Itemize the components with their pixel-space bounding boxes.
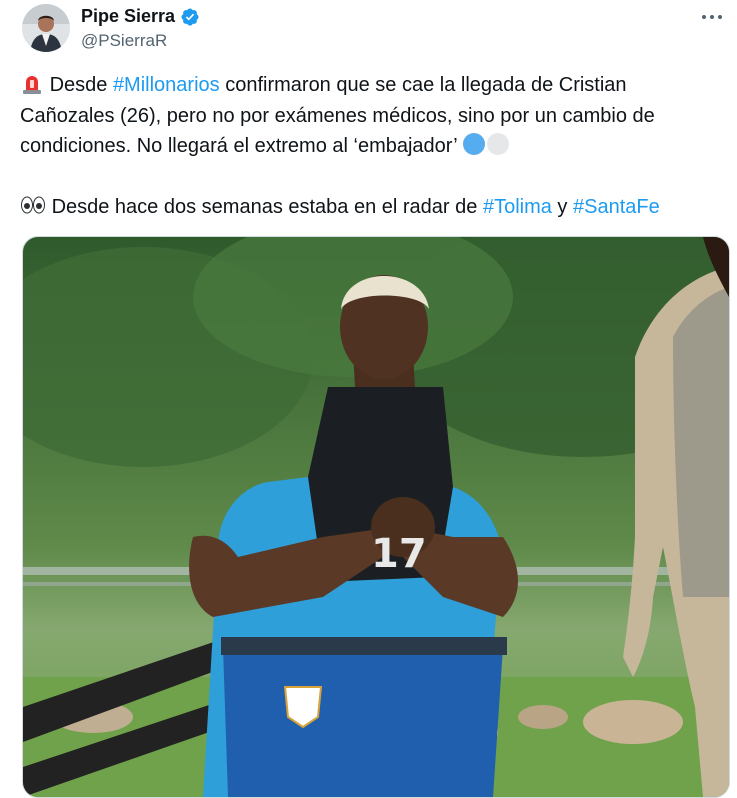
tweet-paragraph-1: Desde #Millonarios confirmaron que se ca… xyxy=(20,70,720,162)
rotating-light-icon xyxy=(23,76,41,94)
eyes-icon xyxy=(21,196,45,213)
tweet-text-segment: Desde hace dos semanas estaba en el rada… xyxy=(51,195,483,218)
verified-badge-icon xyxy=(181,7,199,26)
tweet-text-segment: Desde xyxy=(49,74,113,96)
tweet-text: Desde #Millonarios confirmaron que se ca… xyxy=(20,70,720,222)
more-options-button[interactable] xyxy=(699,6,725,28)
svg-text:17: 17 xyxy=(371,531,427,577)
blue-circle-icon xyxy=(463,133,486,155)
author-block: Pipe Sierra @PSierraR xyxy=(81,6,200,51)
avatar-image xyxy=(22,4,70,52)
white-circle-icon xyxy=(487,133,510,155)
tweet-photo[interactable]: 17 xyxy=(22,236,730,798)
avatar[interactable] xyxy=(22,4,70,52)
user-handle[interactable]: @PSierraR xyxy=(81,31,200,51)
display-name[interactable]: Pipe Sierra xyxy=(81,6,175,27)
tweet-paragraph-2: Desde hace dos semanas estaba en el rada… xyxy=(20,192,720,223)
hashtag-santafe-link[interactable]: #SantaFe xyxy=(573,196,660,218)
photo-icon: 17 xyxy=(23,237,729,797)
tweet-text-segment: y xyxy=(551,195,573,218)
hashtag-tolima-link[interactable]: #Tolima xyxy=(483,196,552,218)
more-horizontal-icon xyxy=(702,15,722,19)
hashtag-millonarios-link[interactable]: #Millonarios xyxy=(113,74,220,96)
tweet-header: Pipe Sierra @PSierraR xyxy=(22,4,727,56)
